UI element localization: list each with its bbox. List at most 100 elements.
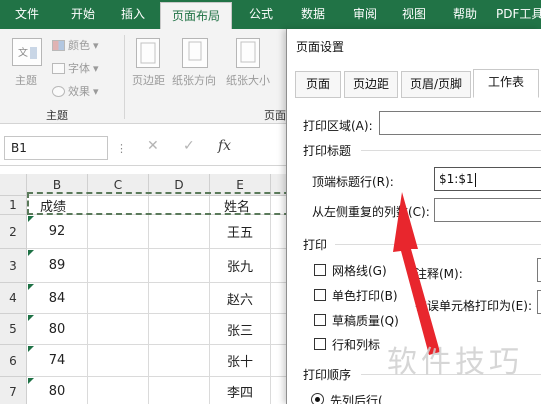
paper-size-icon[interactable]: [236, 38, 260, 68]
left-columns-input[interactable]: [434, 198, 541, 222]
cell-b5[interactable]: 80: [27, 314, 88, 345]
cell-b3[interactable]: 89: [27, 249, 88, 283]
paper-size-label[interactable]: 纸张大小: [226, 72, 270, 88]
cell[interactable]: [88, 215, 149, 249]
tab-pdf-tools[interactable]: PDF工具: [496, 0, 541, 29]
row-header[interactable]: 2: [0, 215, 27, 249]
name-box[interactable]: B1: [4, 136, 108, 160]
dialog-tab-header-footer[interactable]: 页眉/页脚: [401, 71, 471, 98]
tab-view[interactable]: 视图: [392, 0, 436, 29]
cancel-icon[interactable]: ✕: [147, 138, 159, 154]
cell-e2[interactable]: 王五: [210, 215, 271, 249]
colors-label: 颜色: [68, 39, 90, 52]
gridlines-checkbox[interactable]: [314, 264, 326, 276]
cell-e1[interactable]: 姓名: [210, 196, 271, 215]
row-col-headings-label[interactable]: 行和列标: [332, 336, 380, 353]
cell[interactable]: [149, 377, 210, 404]
down-then-over-label[interactable]: 先列后行(: [330, 392, 383, 404]
function-icon[interactable]: fx: [218, 138, 231, 154]
error-marker-icon: [28, 315, 34, 321]
group-page-label: 页面: [264, 109, 286, 122]
gridlines-label[interactable]: 网格线(G): [332, 262, 387, 279]
row-header[interactable]: 3: [0, 249, 27, 283]
black-white-checkbox[interactable]: [314, 289, 326, 301]
down-then-over-radio[interactable]: [311, 393, 324, 404]
effects-icon: [52, 85, 65, 97]
tab-file[interactable]: 文件: [0, 0, 54, 29]
cell[interactable]: [88, 249, 149, 283]
print-titles-section-label: 打印标题: [303, 144, 352, 158]
enter-icon[interactable]: ✓: [183, 138, 195, 154]
comments-select[interactable]: [537, 258, 541, 282]
tab-review[interactable]: 审阅: [342, 0, 388, 29]
cell[interactable]: [149, 215, 210, 249]
ribbon-tab-bar: 文件 开始 插入 页面布局 公式 数据 审阅 视图 帮助 PDF工具: [0, 0, 541, 29]
cell-e5[interactable]: 张三: [210, 314, 271, 345]
cell[interactable]: [149, 345, 210, 377]
effects-button[interactable]: 效果 ▾: [52, 83, 99, 99]
cell[interactable]: [88, 196, 149, 215]
cell[interactable]: [88, 314, 149, 345]
cell-e3[interactable]: 张九: [210, 249, 271, 283]
draft-quality-checkbox[interactable]: [314, 314, 326, 326]
row-col-headings-checkbox[interactable]: [314, 338, 326, 350]
error-marker-icon: [28, 250, 34, 256]
fonts-button[interactable]: 字体 ▾: [52, 60, 99, 76]
cell[interactable]: [149, 249, 210, 283]
errors-select[interactable]: [537, 290, 541, 314]
row-header[interactable]: 6: [0, 345, 27, 377]
themes-icon[interactable]: 文: [12, 38, 42, 66]
top-rows-input[interactable]: $1:$1: [434, 167, 541, 191]
orientation-icon[interactable]: [182, 38, 208, 68]
cell-b4[interactable]: 84: [27, 283, 88, 314]
cell-b7[interactable]: 80: [27, 377, 88, 404]
dialog-tab-sheet[interactable]: 工作表: [473, 69, 539, 98]
row-header[interactable]: 7: [0, 377, 27, 404]
cell-b1[interactable]: 成绩: [27, 196, 88, 215]
cell-e7[interactable]: 李四: [210, 377, 271, 404]
cell-b6[interactable]: 74: [27, 345, 88, 377]
cell-b2[interactable]: 92: [27, 215, 88, 249]
select-all-corner[interactable]: [0, 174, 27, 196]
cell[interactable]: [88, 283, 149, 314]
name-box-menu-icon[interactable]: ⋮: [116, 142, 127, 155]
fonts-label: 字体: [68, 62, 90, 75]
top-rows-value: $1:$1: [439, 172, 474, 186]
comments-label: 注释(M):: [415, 267, 463, 281]
cell[interactable]: [88, 345, 149, 377]
row-header[interactable]: 5: [0, 314, 27, 345]
margins-label[interactable]: 页边距: [132, 72, 165, 88]
tab-formulas[interactable]: 公式: [238, 0, 284, 29]
row-header[interactable]: 1: [0, 196, 27, 215]
column-header-b[interactable]: B: [27, 174, 88, 196]
dialog-tab-margins[interactable]: 页边距: [344, 71, 398, 98]
themes-label[interactable]: 主题: [15, 72, 37, 88]
tab-data[interactable]: 数据: [290, 0, 336, 29]
margins-icon[interactable]: [136, 38, 160, 68]
section-divider: [335, 244, 541, 245]
error-marker-icon: [28, 216, 34, 222]
tab-home[interactable]: 开始: [56, 0, 110, 29]
cell-e6[interactable]: 张十: [210, 345, 271, 377]
column-header-c[interactable]: C: [88, 174, 149, 196]
cell[interactable]: [149, 283, 210, 314]
tab-page-layout[interactable]: 页面布局: [160, 2, 232, 29]
orientation-label[interactable]: 纸张方向: [172, 72, 216, 88]
dialog-tab-page[interactable]: 页面: [295, 71, 341, 98]
tab-help[interactable]: 帮助: [440, 0, 490, 29]
black-white-label[interactable]: 单色打印(B): [332, 287, 398, 304]
cell[interactable]: [149, 196, 210, 215]
error-marker-icon: [28, 284, 34, 290]
cell[interactable]: [88, 377, 149, 404]
print-area-input[interactable]: [379, 111, 541, 135]
cell[interactable]: [149, 314, 210, 345]
row-header[interactable]: 4: [0, 283, 27, 314]
error-marker-icon: [28, 378, 34, 384]
column-header-e[interactable]: E: [210, 174, 271, 196]
cell-e4[interactable]: 赵六: [210, 283, 271, 314]
draft-quality-label[interactable]: 草稿质量(Q): [332, 312, 399, 329]
tab-insert[interactable]: 插入: [108, 0, 158, 29]
colors-button[interactable]: 颜色 ▾: [52, 37, 99, 53]
column-header-d[interactable]: D: [149, 174, 210, 196]
print-section-label: 打印: [303, 238, 328, 252]
